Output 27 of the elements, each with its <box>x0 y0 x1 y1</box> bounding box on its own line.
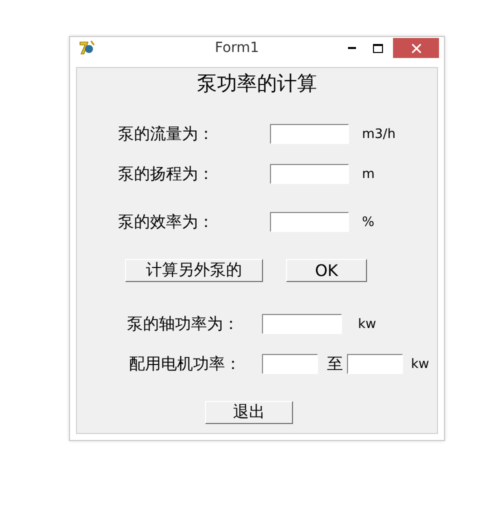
input-field[interactable] <box>270 164 349 184</box>
input-field[interactable] <box>270 212 349 232</box>
exit-button[interactable]: 退出 <box>205 400 293 424</box>
field-label: 配用电机功率： <box>129 354 242 374</box>
input-field[interactable] <box>347 354 403 374</box>
minimize-icon <box>348 47 356 49</box>
window-title: Form1 <box>214 39 260 58</box>
maximize-icon <box>373 44 383 52</box>
close-icon <box>412 44 420 52</box>
range-separator: 至 <box>327 354 343 374</box>
unit-label: kw <box>411 356 430 372</box>
ok-button[interactable]: OK <box>286 258 367 282</box>
unit-label: % <box>362 214 374 230</box>
field-label: 泵的效率为： <box>118 212 215 232</box>
close-button[interactable] <box>393 38 439 58</box>
input-field[interactable] <box>262 354 318 374</box>
field-label: 泵的轴功率为： <box>127 314 240 334</box>
input-field[interactable] <box>262 314 342 334</box>
app-icon <box>79 40 95 56</box>
field-label: 泵的流量为： <box>118 124 215 144</box>
field-label: 泵的扬程为： <box>118 164 215 184</box>
form-heading: 泵功率的计算 <box>196 70 318 96</box>
input-field[interactable] <box>270 124 349 144</box>
calculate-button[interactable]: 计算另外泵的 <box>125 258 263 282</box>
unit-label: m3/h <box>362 126 396 142</box>
unit-label: m <box>362 166 375 182</box>
unit-label: kw <box>358 316 376 332</box>
